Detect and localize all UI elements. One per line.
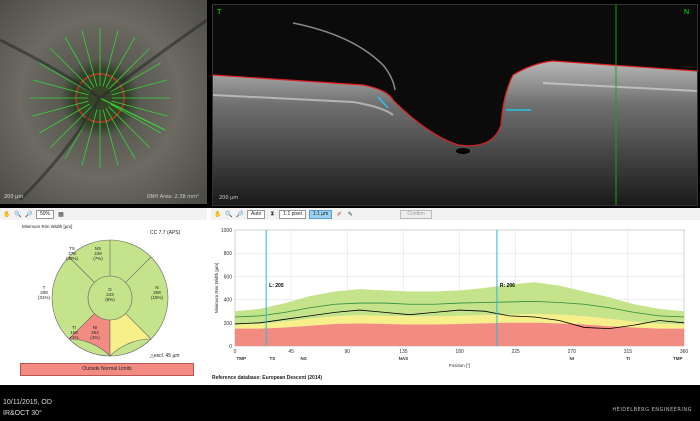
oct-image bbox=[213, 5, 697, 205]
x-tick-label: 90 bbox=[344, 349, 350, 355]
sector-axis-label: NS bbox=[300, 356, 306, 361]
oct-bscan: T N 200 µm bbox=[212, 4, 698, 206]
ns-label: NS 249 (7%) bbox=[93, 246, 103, 261]
zoom-in-icon-2[interactable]: 🔍 bbox=[225, 210, 233, 218]
exam-date: 10/11/2015, OD bbox=[3, 399, 52, 406]
y-tick-label: 0 bbox=[229, 344, 232, 350]
ratio-pixel-button[interactable]: 1:1 pixel bbox=[279, 209, 306, 219]
zoom-mode-select[interactable]: Auto bbox=[247, 209, 266, 219]
right-toolbar: ✋ 🔍 🔎 Auto ⧗ 1:1 pixel 1:1 µm ✐ ✎ Confir… bbox=[211, 208, 700, 220]
hand-icon-2[interactable]: ✋ bbox=[214, 210, 222, 218]
pen-icon[interactable]: ✎ bbox=[346, 210, 354, 218]
x-tick-label: 135 bbox=[399, 349, 408, 355]
radial-scan-line bbox=[108, 48, 150, 90]
t-label: T 208 (31%) bbox=[37, 285, 50, 300]
exam-mode: IR&OCT 30° bbox=[3, 410, 42, 417]
x-tick-label: 360 bbox=[680, 349, 689, 355]
image-settings-icon[interactable]: ▦ bbox=[57, 210, 65, 218]
excl-label: △excl. 45 µm bbox=[150, 353, 180, 359]
status-bar: 10/11/2015, OD IR&OCT 30° HEIDELBERG ENG… bbox=[0, 385, 700, 421]
ts-label: TS 278 (39%) bbox=[65, 246, 78, 261]
sector-axis-label: TI bbox=[626, 356, 630, 361]
sector-axis-label: TS bbox=[270, 356, 276, 361]
left-toolbar: ✋ 🔍 🔎 50% ▦ bbox=[0, 208, 207, 220]
brand-logo: HEIDELBERG ENGINEERING bbox=[612, 407, 692, 413]
zoom-in-icon[interactable]: 🔍 bbox=[14, 210, 22, 218]
zoom-out-icon[interactable]: 🔎 bbox=[25, 210, 33, 218]
y-tick-label: 200 bbox=[224, 321, 233, 327]
x-tick-label: 270 bbox=[568, 349, 577, 355]
fundus-image: 200 µm ONH Area: 2.38 mm² bbox=[0, 0, 207, 204]
confirm-button[interactable]: Confirm bbox=[400, 209, 432, 219]
hourglass-icon[interactable]: ⧗ bbox=[268, 210, 276, 218]
x-tick-label: 45 bbox=[288, 349, 294, 355]
fundus-area: ONH Area: 2.38 mm² bbox=[146, 194, 199, 200]
oct-nasal-marker: N bbox=[683, 9, 689, 16]
mrw-profile-chart: 0 200 400 600 800 1000 0 45 90 135 180 225 270 315 360… bbox=[214, 228, 689, 368]
sector-axis-label: TMP bbox=[236, 356, 246, 361]
oct-scale: 200 µm bbox=[219, 195, 239, 201]
x-tick-label: 0 bbox=[234, 349, 237, 355]
ni-label: NI 264 (4%) bbox=[90, 325, 100, 340]
y-tick-label: 600 bbox=[224, 274, 233, 280]
ti-label: TI 158 <1% bbox=[69, 325, 79, 340]
oct-temporal-marker: T bbox=[217, 9, 222, 16]
x-tick-label: 180 bbox=[455, 349, 464, 355]
hand-icon[interactable]: ✋ bbox=[3, 210, 11, 218]
zoom-out-icon-2[interactable]: 🔎 bbox=[236, 210, 244, 218]
sector-axis-label: NAS bbox=[399, 356, 409, 361]
fundus-scale: 200 µm bbox=[4, 194, 24, 200]
cursor-label: L: 205 bbox=[269, 283, 284, 289]
layer-icon[interactable]: ✐ bbox=[335, 210, 343, 218]
reference-database: Reference database: European Descent (20… bbox=[212, 375, 323, 381]
mrw-title: Minimum Rim Width [µm] bbox=[22, 224, 73, 229]
x-axis-title: Position [°] bbox=[449, 363, 471, 368]
ratio-um-button[interactable]: 1:1 µm bbox=[308, 209, 333, 219]
fundus-scan-circle bbox=[0, 18, 207, 202]
y-tick-label: 1000 bbox=[221, 228, 232, 234]
y-tick-label: 800 bbox=[224, 251, 233, 257]
y-tick-label: 400 bbox=[224, 298, 233, 304]
cursor-label: R: 206 bbox=[500, 283, 515, 289]
sector-axis-label: TMP bbox=[673, 356, 683, 361]
outside-normal-limits-badge: Outside Normal Limits bbox=[20, 363, 194, 376]
n-label: N 208 (15%) bbox=[150, 285, 163, 300]
y-axis-title: Minimum Rim Width [µm] bbox=[214, 263, 219, 313]
zoom-select[interactable]: 50% bbox=[36, 209, 55, 219]
sector-axis-label: NI bbox=[570, 356, 575, 361]
x-tick-label: 315 bbox=[624, 349, 633, 355]
x-tick-label: 225 bbox=[511, 349, 520, 355]
g-label: G 243 (8%) bbox=[105, 287, 115, 302]
